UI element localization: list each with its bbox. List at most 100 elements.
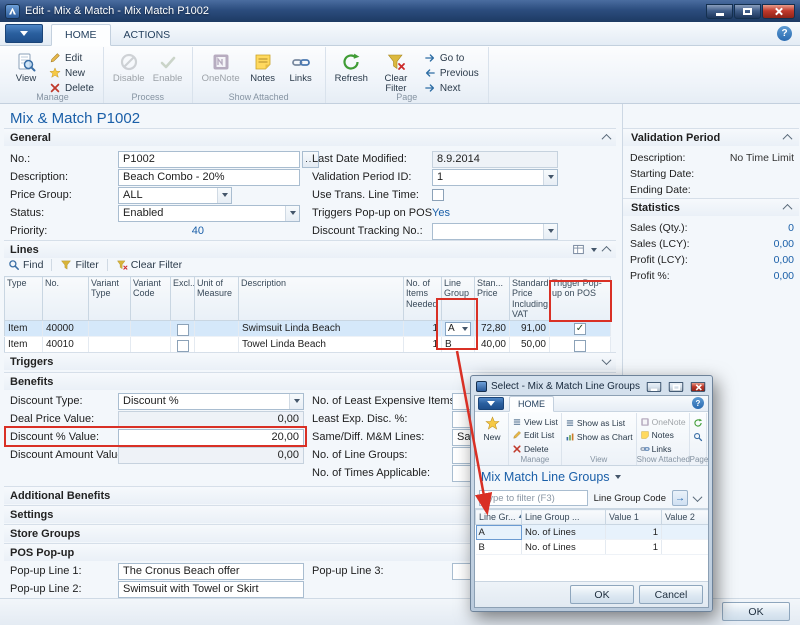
expand-filter-icon[interactable] [693,492,703,502]
maximize-button[interactable] [734,4,761,19]
dialog-find-button[interactable] [693,430,703,443]
popup-line-1-input[interactable]: The Cronus Beach offer [118,563,304,580]
table-row[interactable]: Item 40010 Towel Linda Beach 1 B 40,00 5… [5,337,611,353]
onenote-button[interactable]: OneNote [199,49,243,84]
column-header-line-group-type[interactable]: Line Group ... [522,510,606,525]
dropdown-icon[interactable] [289,394,303,409]
cell-items-needed[interactable]: 1 [404,321,442,337]
factbox-header-statistics[interactable]: Statistics [623,198,799,216]
line-group-cell[interactable]: B [442,337,475,353]
filter-column-select[interactable]: Line Group Code [591,493,669,504]
grid-settings-icon[interactable] [572,243,585,256]
edit-list-button[interactable]: Edit List [512,429,558,441]
collapse-icon[interactable] [602,134,612,144]
excl-checkbox[interactable] [177,324,189,336]
new-button[interactable]: New [46,66,97,80]
expand-icon[interactable] [602,355,612,365]
dialog-notes-button[interactable]: Notes [640,429,686,441]
find-button[interactable]: Find [8,259,43,271]
no-input[interactable]: P1002 [118,151,300,168]
section-header-triggers[interactable]: Triggers [4,352,616,370]
column-header-variant-type[interactable]: Variant Type [89,277,131,321]
application-menu-button[interactable] [5,24,43,43]
enable-button[interactable]: Enable [150,49,186,84]
tab-actions[interactable]: ACTIONS [111,25,184,45]
dropdown-icon[interactable] [543,170,557,185]
price-group-select[interactable]: ALL [118,187,232,204]
dialog-cancel-button[interactable]: Cancel [639,585,703,604]
table-row[interactable]: A No. of Lines 1 [476,525,709,540]
dialog-help-icon[interactable]: ? [692,397,704,409]
show-as-list-button[interactable]: Show as List [565,416,633,429]
dialog-new-button[interactable]: New [479,414,505,455]
apply-filter-button[interactable]: → [672,490,688,506]
cell-type[interactable]: Item [5,321,43,337]
dialog-refresh-button[interactable] [693,416,703,429]
dialog-ok-button[interactable]: OK [570,585,634,604]
collapse-icon[interactable] [783,204,793,214]
ok-button[interactable]: OK [722,602,790,621]
dropdown-icon[interactable] [543,224,557,239]
column-header-price-incl-vat[interactable]: Standard Price Including VAT [510,277,550,321]
column-header-variant-code[interactable]: Variant Code [131,277,171,321]
column-header-value2[interactable]: Value 2 [662,510,709,525]
line-group-cell[interactable]: A [445,322,471,336]
column-header-items-needed[interactable]: No. of Items Needed [404,277,442,321]
previous-button[interactable]: Previous [421,66,482,80]
close-button[interactable] [762,4,795,19]
status-select[interactable]: Enabled [118,205,300,222]
collapse-icon[interactable] [783,134,793,144]
trigger-popup-checkbox[interactable] [574,340,586,352]
priority-value[interactable]: 40 [118,223,204,240]
validation-period-id-select[interactable]: 1 [432,169,558,186]
discount-type-select[interactable]: Discount % [118,393,304,410]
view-button[interactable]: View [8,49,44,84]
discount-tracking-select[interactable] [432,223,558,240]
table-row[interactable]: Item 40000 Swimsuit Linda Beach 1 A 72,8… [5,321,611,337]
title-menu-icon[interactable] [615,475,621,479]
goto-button[interactable]: Go to [421,51,482,65]
section-header-lines[interactable]: Lines [4,240,616,258]
dialog-minimize-button[interactable] [647,382,661,392]
help-icon[interactable]: ? [777,26,792,41]
description-input[interactable]: Beach Combo - 20% [118,169,300,186]
minimize-button[interactable] [706,4,733,19]
use-trans-line-time-checkbox[interactable] [432,189,444,201]
cell-description[interactable]: Swimsuit Linda Beach [239,321,404,337]
filter-input[interactable]: Type to filter (F3) [479,490,588,506]
dropdown-icon[interactable] [217,188,231,203]
excl-checkbox[interactable] [177,340,189,352]
column-header-line-group[interactable]: Line Group [442,277,475,321]
cell-line-group-code[interactable]: B [476,540,522,555]
column-header-value1[interactable]: Value 1 [606,510,662,525]
collapse-icon[interactable] [602,246,612,256]
column-header-excl[interactable]: Excl... [171,277,195,321]
filter-button[interactable]: Filter [60,259,98,271]
dialog-delete-button[interactable]: Delete [512,443,558,455]
tab-home[interactable]: HOME [51,24,111,46]
edit-button[interactable]: Edit [46,51,97,65]
show-as-chart-button[interactable]: Show as Chart [565,430,633,443]
clear-filter-button[interactable]: Clear Filter [116,259,182,271]
notes-button[interactable]: Notes [245,49,281,84]
table-row[interactable]: B No. of Lines 1 [476,540,709,555]
cell-no[interactable]: 40000 [43,321,89,337]
dialog-links-button[interactable]: Links [640,443,686,455]
dropdown-icon[interactable] [285,206,299,221]
column-header-type[interactable]: Type [5,277,43,321]
dialog-onenote-button[interactable]: OneNote [640,416,686,428]
trigger-popup-checkbox[interactable]: ✓ [574,323,586,335]
refresh-button[interactable]: Refresh [332,49,371,84]
column-header-trigger-popup[interactable]: Trigger Pop-up on POS [550,277,611,321]
column-header-description[interactable]: Description [239,277,404,321]
disable-button[interactable]: Disable [110,49,148,84]
column-header-standard-price[interactable]: Stan... Price [475,277,510,321]
column-header-no[interactable]: No. [43,277,89,321]
dialog-application-menu-button[interactable] [478,397,504,410]
dialog-tab-home[interactable]: HOME [509,396,554,412]
section-header-general[interactable]: General [4,128,616,146]
grid-menu-icon[interactable] [591,248,597,252]
clear-filter-button[interactable]: Clear Filter [373,49,419,94]
dialog-maximize-button[interactable] [669,382,683,392]
dialog-close-button[interactable] [691,382,705,392]
